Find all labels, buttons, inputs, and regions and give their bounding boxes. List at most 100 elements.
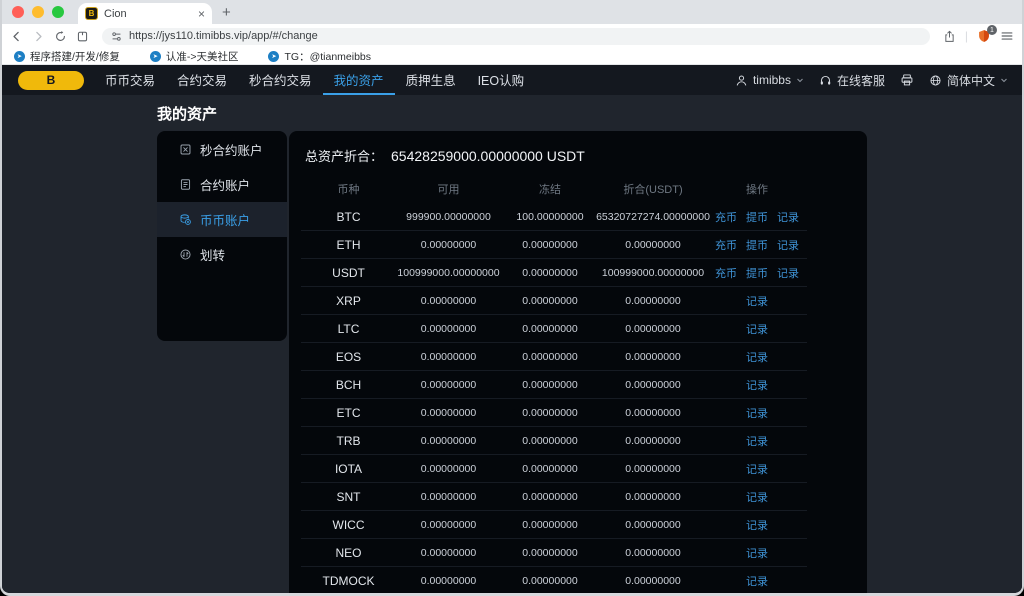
record-link[interactable]: 记录 (746, 489, 768, 505)
app-logo[interactable]: B (18, 71, 84, 90)
deposit-link[interactable]: 充币 (715, 209, 737, 225)
record-link[interactable]: 记录 (746, 573, 768, 589)
sidebar-item-4[interactable]: 划转 (157, 237, 287, 272)
online-support[interactable]: 在线客服 (819, 72, 885, 89)
record-link[interactable]: 记录 (746, 517, 768, 533)
withdraw-link[interactable]: 提币 (746, 209, 768, 225)
record-link[interactable]: 记录 (746, 461, 768, 477)
column-header-2: 可用 (396, 181, 501, 197)
cell-actions: 充币提币记录 (707, 237, 807, 253)
cell-frozen: 0.00000000 (501, 239, 599, 251)
app-nav-bar: B 币币交易合约交易秒合约交易我的资产质押生息IEO认购 timibbs (2, 65, 1022, 95)
nav-item-3[interactable]: 秒合约交易 (238, 65, 323, 95)
table-body: BTC999900.00000000100.000000006532072727… (289, 203, 867, 593)
language-menu[interactable]: 简体中文 (929, 72, 1008, 89)
bookmark-label: 认准->天美社区 (166, 49, 239, 64)
app-download-button[interactable] (900, 73, 914, 87)
browser-tab[interactable]: B Cion × (78, 3, 212, 24)
extension-shield-button[interactable]: 1 (977, 29, 991, 43)
table-row: WICC0.000000000.000000000.00000000记录 (301, 511, 807, 539)
minimize-window-button[interactable] (32, 6, 44, 18)
browser-menu-button[interactable] (1000, 29, 1014, 43)
withdraw-link[interactable]: 提币 (746, 265, 768, 281)
cell-frozen: 0.00000000 (501, 463, 599, 475)
forward-button[interactable] (32, 30, 45, 43)
record-link[interactable]: 记录 (746, 349, 768, 365)
sidebar-item-1[interactable]: 秒合约账户 (157, 132, 287, 167)
bookmark-item[interactable]: ➤程序搭建/开发/修复 (14, 49, 120, 64)
table-row: NEO0.000000000.000000000.00000000记录 (301, 539, 807, 567)
new-tab-button[interactable]: + (222, 4, 231, 21)
record-link[interactable]: 记录 (746, 433, 768, 449)
bookmark-page-icon[interactable] (76, 30, 89, 43)
deposit-link[interactable]: 充币 (715, 265, 737, 281)
site-settings-icon[interactable] (111, 31, 122, 42)
cell-coin: ETC (301, 406, 396, 420)
nav-item-2[interactable]: 合约交易 (166, 65, 238, 95)
cell-actions: 记录 (707, 433, 807, 449)
cell-usdt-value: 0.00000000 (599, 323, 707, 335)
reload-button[interactable] (54, 30, 67, 43)
withdraw-link[interactable]: 提币 (746, 237, 768, 253)
cell-actions: 记录 (707, 461, 807, 477)
back-button[interactable] (10, 30, 23, 43)
cell-actions: 记录 (707, 349, 807, 365)
transfer-icon (179, 248, 192, 261)
sidebar-item-3[interactable]: 币币账户 (157, 202, 287, 237)
cell-coin: USDT (301, 266, 396, 280)
cell-frozen: 0.00000000 (501, 295, 599, 307)
zoom-window-button[interactable] (52, 6, 64, 18)
record-link[interactable]: 记录 (746, 405, 768, 421)
cell-usdt-value: 0.00000000 (599, 575, 707, 587)
record-link[interactable]: 记录 (777, 209, 799, 225)
cell-coin: TDMOCK (301, 574, 396, 588)
cell-frozen: 0.00000000 (501, 435, 599, 447)
bookmark-item[interactable]: ➤认准->天美社区 (150, 49, 239, 64)
table-row: USDT100999000.000000000.0000000010099900… (301, 259, 807, 287)
browser-window: B Cion × + https://jys110.timibbs.vip/ap… (0, 0, 1024, 596)
bookmark-item[interactable]: ➤TG：@tianmeibbs (268, 49, 371, 64)
toolbar-divider: | (965, 29, 968, 43)
bookmark-favicon-icon: ➤ (268, 51, 279, 62)
cell-coin: BTC (301, 210, 396, 224)
cell-available: 0.00000000 (396, 351, 501, 363)
cell-available: 0.00000000 (396, 547, 501, 559)
headset-icon (819, 74, 832, 87)
table-row: EOS0.000000000.000000000.00000000记录 (301, 343, 807, 371)
cell-actions: 记录 (707, 377, 807, 393)
sidebar-item-2[interactable]: 合约账户 (157, 167, 287, 202)
record-link[interactable]: 记录 (746, 293, 768, 309)
assets-page: 我的资产 秒合约账户合约账户币币账户划转 总资产折合： 65428259000.… (2, 95, 1022, 593)
table-row: BTC999900.00000000100.000000006532072727… (301, 203, 807, 231)
cell-usdt-value: 0.00000000 (599, 519, 707, 531)
nav-item-4[interactable]: 我的资产 (323, 65, 395, 95)
cell-available: 0.00000000 (396, 323, 501, 335)
record-link[interactable]: 记录 (746, 545, 768, 561)
cell-usdt-value: 0.00000000 (599, 407, 707, 419)
record-link[interactable]: 记录 (746, 377, 768, 393)
share-button[interactable] (943, 30, 956, 43)
cell-coin: WICC (301, 518, 396, 532)
record-link[interactable]: 记录 (746, 321, 768, 337)
nav-item-5[interactable]: 质押生息 (395, 65, 467, 95)
user-menu[interactable]: timibbs (735, 73, 804, 87)
cell-usdt-value: 0.00000000 (599, 435, 707, 447)
language-label: 简体中文 (947, 72, 995, 89)
table-header: 币种可用冻结折合(USDT)操作 (301, 174, 807, 203)
column-header-3: 冻结 (501, 181, 599, 197)
nav-item-1[interactable]: 币币交易 (94, 65, 166, 95)
deposit-link[interactable]: 充币 (715, 237, 737, 253)
app-nav-right: timibbs 在线客服 (735, 72, 1008, 89)
url-text[interactable]: https://jys110.timibbs.vip/app/#/change (129, 30, 318, 42)
cell-available: 0.00000000 (396, 407, 501, 419)
address-bar[interactable]: https://jys110.timibbs.vip/app/#/change (102, 28, 930, 45)
nav-item-6[interactable]: IEO认购 (467, 65, 536, 95)
chevron-down-icon (1000, 76, 1008, 84)
close-window-button[interactable] (12, 6, 24, 18)
cell-available: 0.00000000 (396, 491, 501, 503)
cell-frozen: 0.00000000 (501, 351, 599, 363)
record-link[interactable]: 记录 (777, 237, 799, 253)
tab-close-icon[interactable]: × (198, 8, 205, 20)
record-link[interactable]: 记录 (777, 265, 799, 281)
cell-usdt-value: 0.00000000 (599, 547, 707, 559)
